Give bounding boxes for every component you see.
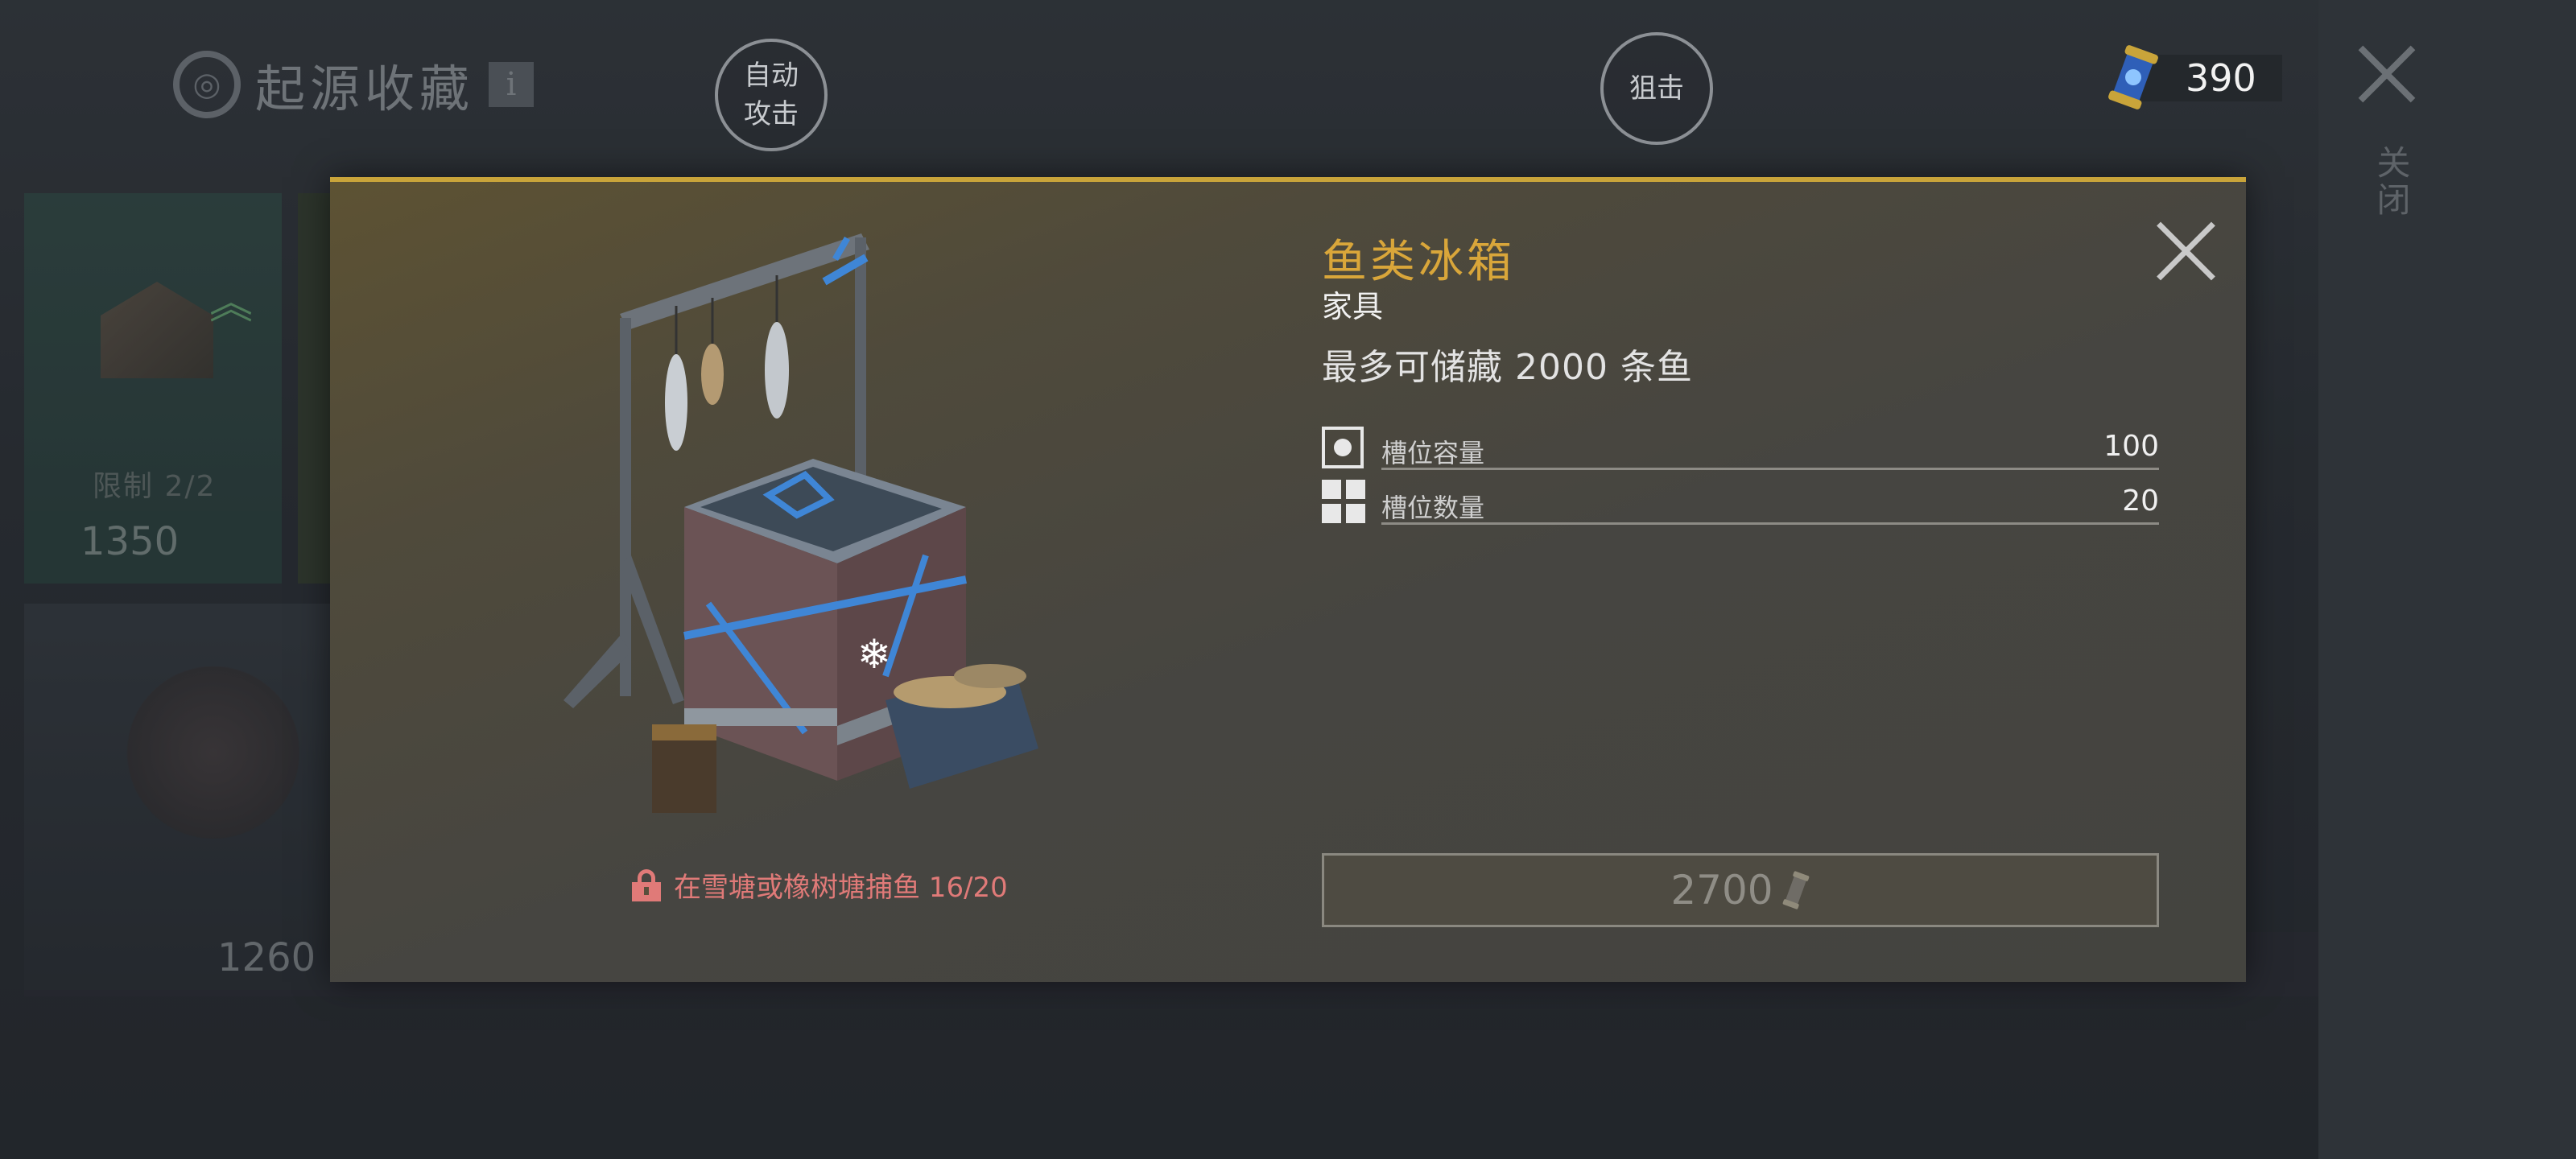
item-title: 鱼类冰箱 <box>1322 236 1515 288</box>
currency-display: 390 <box>2105 45 2282 109</box>
stat-slot-capacity: 槽位容量 100 <box>1322 425 2159 470</box>
close-label[interactable]: 关闭 <box>2367 145 2416 219</box>
slot-grid-icon <box>1322 480 1365 523</box>
stat-label: 槽位数量 <box>1381 493 1485 523</box>
token-scroll-icon <box>1782 871 1809 909</box>
lock-icon <box>632 868 661 901</box>
item-description: 最多可储藏 2000 条鱼 <box>1322 347 1693 388</box>
currency-amount: 390 <box>2186 56 2256 100</box>
buy-price: 2700 <box>1670 867 1773 914</box>
slot-capacity-icon <box>1322 427 1364 468</box>
stat-value: 20 <box>2122 485 2159 518</box>
shop-title: 起源收藏 <box>255 60 475 118</box>
token-scroll-icon <box>2108 45 2158 109</box>
collection-emblem-icon: ◎ <box>173 51 241 118</box>
snipe-button[interactable]: 狙击 <box>1600 32 1713 145</box>
svg-text:❄: ❄ <box>857 631 891 678</box>
shop-header: ◎ 起源收藏 i <box>173 48 535 121</box>
auto-attack-button[interactable]: 自动 攻击 <box>715 39 828 151</box>
fish-fridge-image: ❄ <box>564 233 1038 813</box>
stat-label: 槽位容量 <box>1381 438 1485 468</box>
stat-divider <box>1381 468 2159 470</box>
info-icon[interactable]: i <box>489 62 535 107</box>
auto-attack-label: 自动 攻击 <box>744 60 799 130</box>
close-icon[interactable] <box>2355 42 2419 106</box>
stat-value: 100 <box>2103 430 2159 463</box>
buy-button[interactable]: 2700 <box>1322 853 2159 927</box>
game-screen: { "background": { "shop_title": "起源收藏", … <box>0 0 2576 1159</box>
snipe-label: 狙击 <box>1629 72 1684 105</box>
right-panel <box>2318 0 2576 1159</box>
modal-close-icon[interactable] <box>2153 219 2218 283</box>
item-category: 家具 <box>1322 289 1384 324</box>
unlock-requirement-text: 在雪塘或橡树塘捕鱼 16/20 <box>674 872 1008 904</box>
stat-slot-count: 槽位数量 20 <box>1322 480 2159 525</box>
stat-divider <box>1381 522 2159 525</box>
unlock-requirement: 在雪塘或橡树塘捕鱼 16/20 <box>632 865 1008 905</box>
